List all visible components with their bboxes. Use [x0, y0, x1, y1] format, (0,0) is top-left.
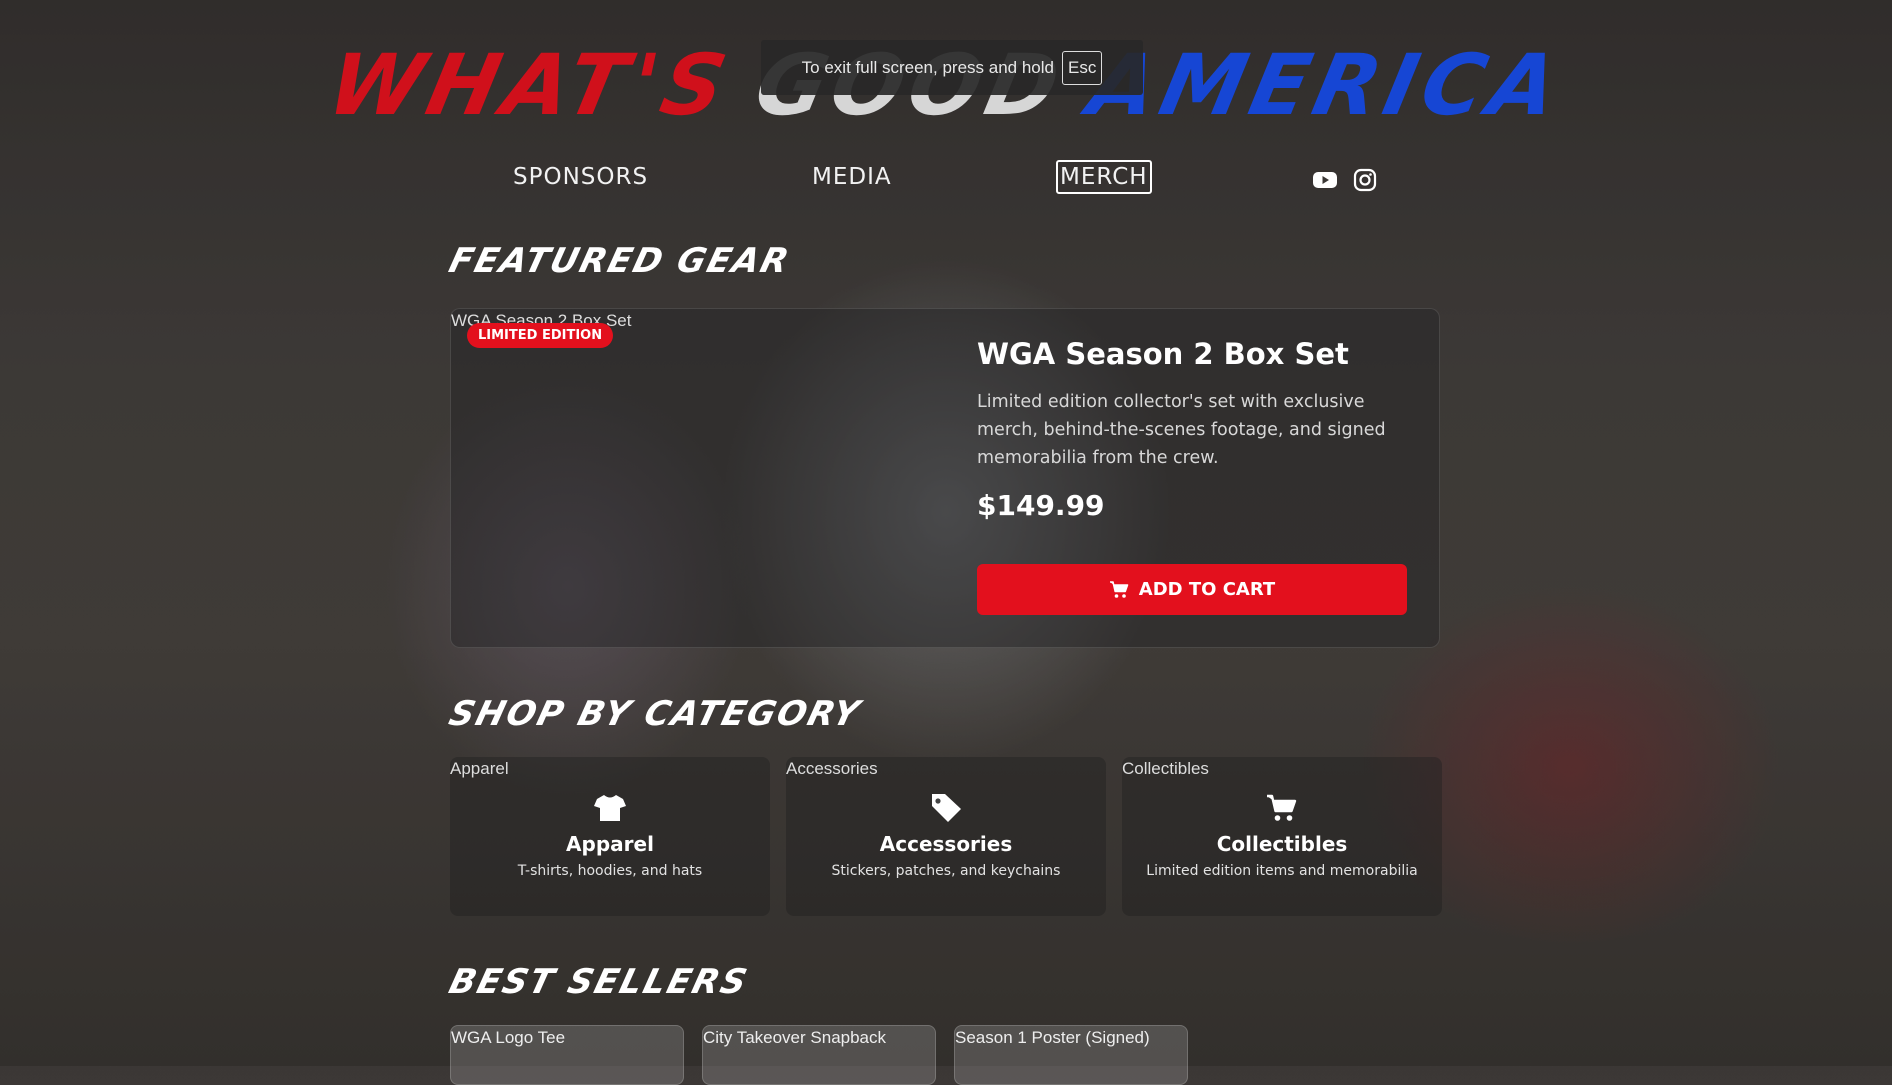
category-name: Accessories [879, 832, 1013, 856]
product-image: Season 1 Poster (Signed) [955, 1028, 1150, 1047]
tshirt-icon [594, 795, 626, 821]
section-title-categories: SHOP BY CATEGORY [445, 694, 866, 734]
hero-word-3: AMERICA [1080, 36, 1573, 134]
category-desc: T-shirts, hoodies, and hats [517, 863, 703, 879]
esc-key-hint: Esc [1061, 50, 1103, 85]
category-image: Collectibles [1122, 759, 1209, 778]
featured-product-card: WGA Season 2 Box Set LIMITED EDITION WGA… [450, 308, 1440, 648]
youtube-icon[interactable] [1312, 168, 1338, 192]
cart-icon [1109, 580, 1129, 598]
featured-product-description: Limited edition collector's set with exc… [977, 392, 1386, 468]
category-name: Collectibles [1216, 832, 1348, 856]
category-card-apparel[interactable]: Apparel Apparel T-shirts, hoodies, and h… [450, 757, 770, 916]
product-image: WGA Logo Tee [451, 1028, 566, 1047]
nav-merch[interactable]: MERCH [1056, 160, 1152, 194]
fullscreen-exit-notice: To exit full screen, press and hold Esc [761, 40, 1143, 95]
nav-media[interactable]: MEDIA [810, 160, 894, 194]
nav-sponsors[interactable]: SPONSORS [511, 160, 650, 194]
limited-edition-badge: LIMITED EDITION [467, 323, 614, 348]
hero-word-1: WHAT'S [319, 36, 741, 134]
add-to-cart-button[interactable]: ADD TO CART [977, 564, 1407, 615]
best-seller-card[interactable]: WGA Logo Tee [450, 1025, 684, 1085]
add-to-cart-label: ADD TO CART [1138, 579, 1276, 600]
category-desc: Stickers, patches, and keychains [831, 863, 1061, 879]
tag-icon [932, 794, 961, 822]
section-title-featured: FEATURED GEAR [445, 241, 795, 281]
category-desc: Limited edition items and memorabilia [1146, 863, 1418, 879]
best-seller-card[interactable]: City Takeover Snapback [702, 1025, 936, 1085]
category-name: Apparel [566, 832, 654, 856]
instagram-icon[interactable] [1352, 168, 1378, 192]
fullscreen-notice-text: To exit full screen, press and hold [801, 57, 1054, 77]
main-nav: SPONSORS MEDIA MERCH [0, 160, 1892, 200]
cart-icon [1267, 794, 1297, 821]
featured-product-price: $149.99 [977, 489, 1105, 522]
featured-product-name: WGA Season 2 Box Set [977, 337, 1349, 371]
category-card-collectibles[interactable]: Collectibles Collectibles Limited editio… [1122, 757, 1442, 916]
category-image: Apparel [450, 759, 509, 778]
category-image: Accessories [786, 759, 878, 778]
section-title-best-sellers: BEST SELLERS [445, 962, 753, 1002]
category-card-accessories[interactable]: Accessories Accessories Stickers, patche… [786, 757, 1106, 916]
best-seller-card[interactable]: Season 1 Poster (Signed) [954, 1025, 1188, 1085]
product-image: City Takeover Snapback [703, 1028, 887, 1047]
